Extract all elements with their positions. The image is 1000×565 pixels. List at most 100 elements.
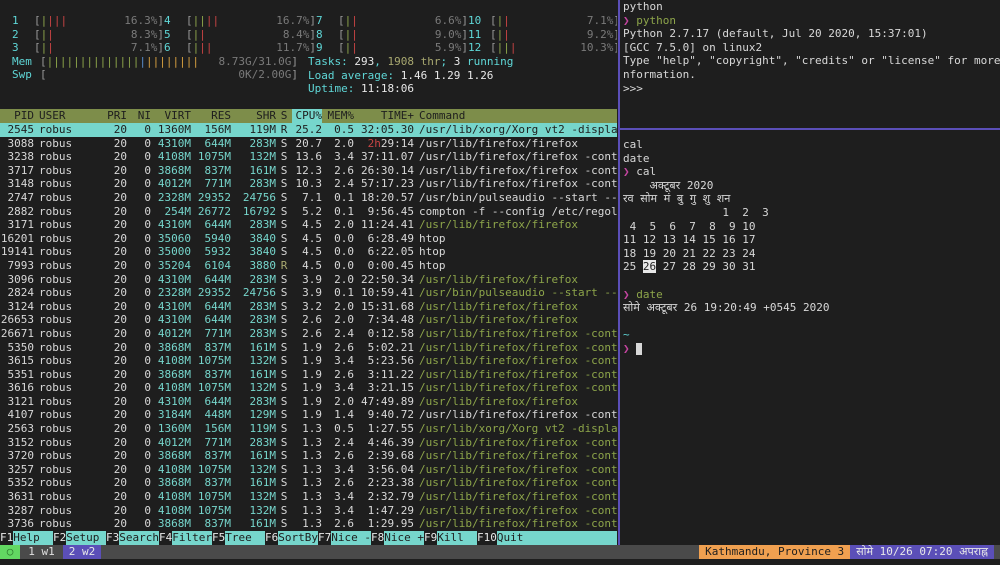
process-row[interactable]: 19141 robus 20 0 35000 5932 3840 S 4.5 0.0 6:22.05… [0, 245, 617, 259]
meter-row: 3 [| | 7.1%] 6 [| || 11.7%] 9 [| | 5.9%] 12 [|| | 10.3%… [12, 41, 617, 55]
column-header-command[interactable]: Command [414, 109, 617, 123]
column-header-virt[interactable]: VIRT [151, 109, 192, 123]
cpu-percent: 8.4% [282, 27, 310, 41]
cpu-percent: 6.6% [434, 14, 462, 27]
process-row[interactable]: 3287 robus 20 0 4108M 1075M 132M S 1.3 3.4 1:47.29… [0, 504, 618, 518]
process-row[interactable]: 3615 robus 20 0 4108M 1075M 132M S 1.9 3.4 5:23.56… [0, 354, 618, 368]
active-prompt[interactable]: ❯ [623, 342, 1000, 356]
fkey-f10[interactable]: F10 Quit [477, 531, 617, 545]
i3-status-bar: ○ 1 w1 2 w2 Kathmandu, Province 3 सोमे 1… [0, 545, 1000, 559]
process-table[interactable]: 2545 robus 20 0 1360M 156M 119M R 25.2 0.5 32:05.3… [0, 123, 617, 531]
pane-divider-vertical[interactable] [618, 0, 620, 545]
clock-block: सोमे 10/26 07:20 अपराह्न [850, 545, 994, 559]
process-row[interactable]: 3096 robus 20 0 4310M 644M 283M S 3.9 2.0 22:50.34… [0, 273, 617, 287]
calendar-title: अक्टूबर 2020 [623, 178, 714, 192]
process-row[interactable]: 3148 robus 20 0 4012M 771M 283M S 10.3 2.4 57:17.2… [0, 177, 618, 191]
column-header-pid[interactable]: PID [0, 109, 34, 123]
meter-label: Mem [12, 54, 32, 68]
python-output-line: Python 2.7.17 (default, Jul 20 2020, 15:… [623, 27, 928, 41]
meter-value: 0K/2.00G [238, 68, 292, 82]
process-row[interactable]: 16201 robus 20 0 35060 5940 3840 S 4.5 0.0 6:28.49… [0, 232, 617, 246]
process-table-header: PID USER PRI NI VIRT RES SHR S CPU% MEM% TIME+ Comm… [0, 109, 617, 123]
cpu-meter-1: 1 [| ||| 16.3%] [12, 14, 164, 28]
process-row[interactable]: 3171 robus 20 0 4310M 644M 283M S 4.5 2.0 11:24.41… [0, 218, 617, 232]
process-row[interactable]: 3238 robus 20 0 4108M 1075M 132M S 13.6 3.4 37:11.… [0, 150, 618, 164]
fkey-f1[interactable]: F1 Help [0, 531, 53, 545]
process-row[interactable]: 2563 robus 20 0 1360M 156M 119M S 1.3 0.5 1:27.55/… [0, 422, 618, 436]
htop-pane[interactable]: 1 [| ||| 16.3%] 4 [|| || 16.7%] 7 [| | 6.6%] 10 [| | 7.… [0, 0, 617, 545]
shell-terminal[interactable]: cal date ❯ cal अक्टूबर 2020 रव सोम मं बु… [621, 131, 1000, 545]
column-header-time[interactable]: TIME+ [354, 109, 414, 123]
process-row[interactable]: 5352 robus 20 0 3868M 837M 161M S 1.3 2.6 2:23.38/… [0, 476, 618, 490]
cpu-meter-4: 4 [|| || 16.7%] [164, 14, 316, 28]
cpu-bar: [|| || 16.7%] [186, 14, 316, 27]
workspace-2-button[interactable]: 2 w2 [63, 545, 101, 559]
cpu-bar: [||7.1%] [34, 41, 164, 55]
process-row[interactable]: 3736 robus 20 0 3868M 837M 161M S 1.3 2.6 1:29.95/… [0, 517, 618, 531]
process-row[interactable]: 4107 robus 20 0 3184M 448M 129M S 1.9 1.4 9:40.72/… [0, 408, 618, 422]
column-header-user[interactable]: USER [34, 109, 89, 123]
process-row[interactable]: 2824 robus 20 0 2328M 29352 24756 S 3.9 0.1 10:59.… [0, 286, 618, 300]
process-row[interactable]: 5351 robus 20 0 3868M 837M 161M S 1.9 2.6 3:11.22/… [0, 368, 618, 382]
fkey-f5[interactable]: F5 Tree [212, 531, 265, 545]
fkey-f2[interactable]: F2 Setup [53, 531, 106, 545]
process-row[interactable]: 3121 robus 20 0 4310M 644M 283M S 1.9 2.0 47:49.89… [0, 395, 617, 409]
process-row[interactable]: 26653 robus 20 0 4310M 644M 283M S 2.6 2.0 7:34.48… [0, 313, 617, 327]
cpu-percent: 9.2% [586, 27, 614, 41]
process-row[interactable]: 2882 robus 20 0 254M 26772 16792 S 5.2 0.1 9:56.45… [0, 205, 618, 219]
process-row[interactable]: 3088 robus 20 0 4310M 644M 283M S 20.7 2.0 2h29:14… [0, 137, 617, 151]
column-header-mem[interactable]: MEM% [322, 109, 355, 123]
fkey-f3[interactable]: F3 Search [106, 531, 159, 545]
process-row[interactable]: 3616 robus 20 0 4108M 1075M 132M S 1.9 3.4 3:21.15… [0, 381, 618, 395]
cpu-label: 12 [468, 41, 482, 55]
process-row[interactable]: 5350 robus 20 0 3868M 837M 161M S 1.9 2.6 5:02.21/… [0, 341, 618, 355]
prompt-icon: ❯ [623, 165, 630, 179]
process-row[interactable]: 3257 robus 20 0 4108M 1075M 132M S 1.3 3.4 3:56.04… [0, 463, 618, 477]
cpu-label: 8 [316, 27, 323, 41]
process-row[interactable]: 2747 robus 20 0 2328M 29352 24756 S 7.1 0.1 18:20.… [0, 191, 618, 205]
process-row[interactable]: 7993 robus 20 0 35204 6104 3880 R 4.5 0.0 0:00.45 h… [0, 259, 617, 273]
meter-row: 1 [| ||| 16.3%] 4 [|| || 16.7%] 7 [| | 6.6%] 10 [| | 7.… [12, 14, 617, 28]
python-output-line: nformation. [623, 67, 696, 81]
meter-label: Swp [12, 68, 32, 82]
fkey-f9[interactable]: F9 Kill [424, 531, 477, 545]
cpu-bar: [| | 8.3%] [34, 27, 164, 41]
cpu-bar: [| | 5.9%] [338, 41, 468, 55]
text-cursor [636, 342, 643, 355]
column-header-cpu[interactable]: CPU% [292, 109, 322, 123]
workspace-1-button[interactable]: 1 w1 [20, 545, 63, 559]
cpu-label: 6 [164, 41, 171, 55]
cpu-percent: 7.1% [586, 14, 614, 27]
column-header-res[interactable]: RES [191, 109, 231, 123]
column-header-pri[interactable]: PRI [89, 109, 127, 123]
python-output-line: Type "help", "copyright", "credits" or "… [623, 54, 1000, 68]
process-row[interactable]: 3717 robus 20 0 3868M 837M 161M S 12.3 2.6 26:30.1… [0, 164, 618, 178]
calendar-week: 11 12 13 14 15 16 17 [623, 233, 756, 247]
meter-value: 8.73G/31.0G [218, 54, 292, 68]
column-header-shr[interactable]: SHR [231, 109, 276, 123]
process-row[interactable]: 2545 robus 20 0 1360M 156M 119M R 25.2 0.5 32:05.3… [0, 123, 617, 137]
column-header-ni[interactable]: NI [127, 109, 151, 123]
process-row[interactable]: 26671 robus 20 0 4012M 771M 283M S 2.6 2.4 0:12.58… [0, 327, 617, 341]
cpu-bar: [|||10.3%] [490, 41, 617, 55]
process-row[interactable]: 3720 robus 20 0 3868M 837M 161M S 1.3 2.6 2:39.68/… [0, 449, 618, 463]
cpu-percent: 10.3% [580, 41, 614, 55]
fkey-f6[interactable]: F6 SortBy [265, 531, 318, 545]
calendar-week: 1 2 3 [623, 205, 769, 219]
cpu-meter-6: 6 [| || 11.7%] [164, 41, 316, 55]
cpu-meter-10: 10 [||7.1%] [468, 14, 617, 28]
cpu-label: 9 [316, 41, 323, 55]
fkey-f8[interactable]: F8 Nice + [371, 531, 424, 545]
process-row[interactable]: 3152 robus 20 0 4012M 771M 283M S 1.3 2.4 4:46.39/… [0, 436, 618, 450]
fkey-f7[interactable]: F7 Nice - [318, 531, 371, 545]
fkey-f4[interactable]: F4 Filter [159, 531, 212, 545]
cpu-meter-9: 9 [| | 5.9%] [316, 41, 468, 55]
pane-divider-horizontal[interactable] [620, 128, 1000, 130]
process-row[interactable]: 3631 robus 20 0 4108M 1075M 132M S 1.3 3.4 2:32.79… [0, 490, 618, 504]
python-output-line: >>> [623, 81, 643, 95]
column-header-s[interactable]: S [276, 109, 292, 123]
calendar-week: 4 5 6 7 8 9 10 [623, 219, 756, 233]
process-row[interactable]: 3124 robus 20 0 4310M 644M 283M S 3.2 2.0 15:31.68… [0, 300, 617, 314]
cpu-meter-5: 5 [| | 8.4%] [164, 28, 316, 42]
python-terminal[interactable]: python ❯ python Python 2.7.17 (default, … [621, 0, 1000, 128]
